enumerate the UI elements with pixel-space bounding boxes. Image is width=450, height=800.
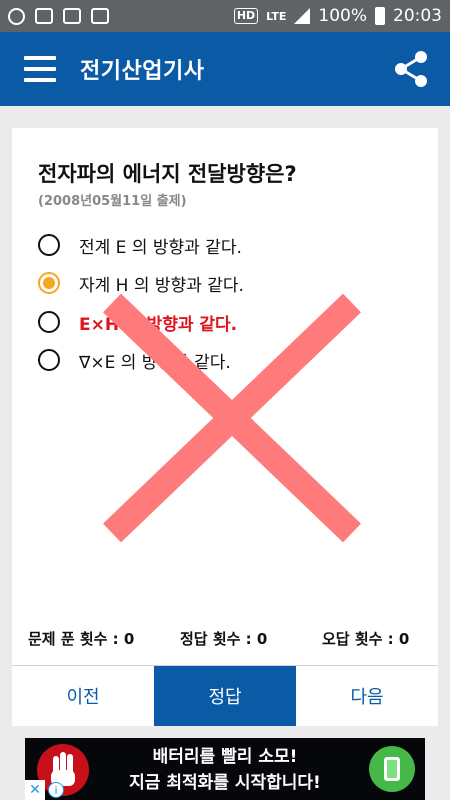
ad-info-icon[interactable]: i	[48, 782, 64, 798]
battery-icon	[375, 7, 385, 25]
ad-controls: ✕ i	[25, 780, 64, 800]
ad-banner[interactable]: 배터리를 빨리 소모! 지금 최적화를 시작합니다!	[25, 738, 425, 800]
hamburger-menu-icon[interactable]	[24, 56, 56, 82]
correct-count: 정답 횟수 : 0	[180, 630, 268, 648]
stats-row: 문제 푼 횟수 : 0 정답 횟수 : 0 오답 횟수 : 0	[12, 628, 438, 654]
radio-button[interactable]	[38, 349, 60, 371]
battery-badge-icon	[369, 746, 415, 792]
battery-percent: 100%	[318, 6, 367, 26]
option-label: 자계 H 의 방향과 같다.	[79, 275, 244, 296]
signal-icon	[294, 8, 311, 24]
question-card: 전자파의 에너지 전달방향은? (2008년05월11일 출제) 전계 E 의 …	[12, 128, 438, 726]
ad-close-icon[interactable]: ✕	[25, 780, 45, 800]
option-3[interactable]: E×H 의 방향과 같다.	[38, 307, 237, 337]
next-button[interactable]: 다음	[296, 666, 438, 726]
question-text: 전자파의 에너지 전달방향은?	[38, 162, 297, 186]
hd-icon: HD	[233, 8, 259, 24]
radio-button[interactable]	[38, 311, 60, 333]
option-1[interactable]: 전계 E 의 방향과 같다.	[38, 230, 242, 260]
clock: 20:03	[393, 6, 442, 26]
option-label: ∇×E 의 방향과 같다.	[79, 352, 231, 373]
lte-icon: LTE	[266, 9, 287, 23]
prev-button[interactable]: 이전	[12, 666, 154, 726]
option-4[interactable]: ∇×E 의 방향과 같다.	[38, 345, 231, 375]
share-icon[interactable]	[394, 50, 428, 88]
calendar-icon	[63, 8, 81, 24]
solved-count: 문제 푼 횟수 : 0	[28, 630, 135, 648]
app-bar: 전기산업기사	[0, 32, 450, 106]
option-label-correct: E×H 의 방향과 같다.	[79, 314, 238, 335]
option-2[interactable]: 자계 H 의 방향과 같다.	[38, 268, 244, 298]
status-bar: HD LTE 100% 20:03	[0, 0, 450, 32]
radio-button[interactable]	[38, 234, 60, 256]
gallery-icon	[35, 8, 53, 24]
ad-line-2: 지금 최적화를 시작합니다!	[129, 773, 321, 793]
app-title: 전기산업기사	[80, 59, 205, 84]
answer-button[interactable]: 정답	[154, 666, 296, 726]
screen-share-icon	[91, 8, 109, 24]
nav-buttons: 이전 정답 다음	[12, 666, 438, 726]
ad-text: 배터리를 빨리 소모! 지금 최적화를 시작합니다!	[95, 744, 355, 796]
question-source: (2008년05월11일 출제)	[38, 194, 187, 209]
sync-icon	[8, 7, 25, 25]
radio-button-selected[interactable]	[38, 272, 60, 294]
ad-line-1: 배터리를 빨리 소모!	[152, 747, 298, 767]
wrong-count: 오답 횟수 : 0	[322, 630, 410, 648]
option-label: 전계 E 의 방향과 같다.	[79, 237, 242, 258]
